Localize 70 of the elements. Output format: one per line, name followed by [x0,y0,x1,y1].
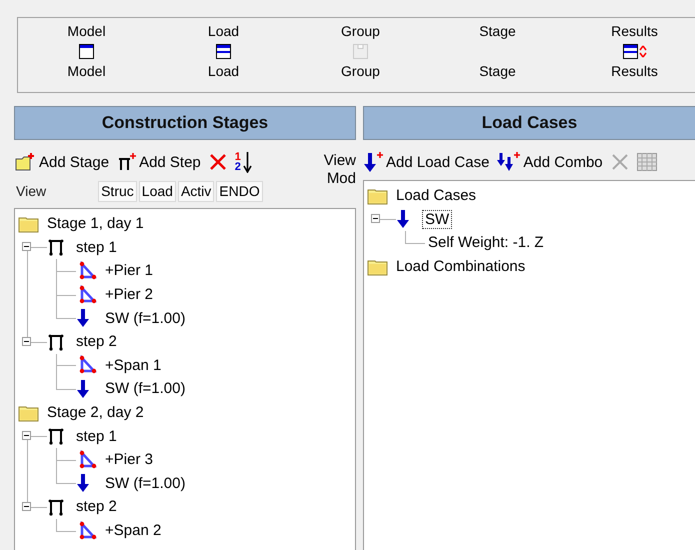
delete-icon [208,153,227,171]
tree-item[interactable]: step 1 [73,238,120,257]
tree-item[interactable]: Stage 1, day 1 [44,214,147,234]
tree-item[interactable]: Stage 2, day 2 [44,403,147,422]
frame-plus-icon [117,152,138,172]
tree-item[interactable]: SW (f=1.00) [102,379,188,398]
toolbar-label: Stage [479,62,516,80]
collapse-toggle[interactable] [371,214,380,224]
collapse-toggle[interactable] [22,502,31,511]
toolbar-label: Stage [479,22,516,40]
toolbar-label: Load [208,62,240,80]
tree-item[interactable]: Self Weight: -1. Z [425,233,547,252]
tree-item[interactable]: +Span 2 [102,521,164,540]
folder-icon [367,186,389,205]
view-tab[interactable]: Struc [98,180,137,202]
down-arrow-icon [76,308,90,328]
tree-item[interactable]: Load Combinations [393,257,528,276]
add-load-case-button[interactable]: Add Load Case [363,149,490,175]
folder-plus-icon [15,152,37,172]
tree-item[interactable]: step 2 [73,332,120,352]
group-icon [352,44,368,58]
table-icon [636,153,657,171]
toolbar-label: Load [208,22,240,40]
add-stage-button[interactable]: Add Stage [14,149,110,175]
toolbar-label: Model [67,62,106,80]
folder-icon [18,404,40,422]
tree-item[interactable]: step 1 [73,426,120,446]
collapse-toggle[interactable] [22,242,31,252]
view-tab[interactable]: Load [138,180,176,202]
down-arrow-icon [242,151,252,173]
down-arrow-icon [396,209,410,230]
frame-icon [47,238,65,256]
tree-item[interactable]: Load Cases [393,186,480,206]
toolbar-label: Model [67,22,106,40]
frame-icon [47,498,65,516]
view-label: View [15,183,46,199]
panel-icon [216,44,230,58]
folder-icon [18,214,40,233]
results-icon [622,44,646,58]
collapse-toggle[interactable] [22,431,31,440]
frame-icon [47,332,65,351]
tree-item[interactable]: +Pier 1 [102,261,156,280]
tree-item[interactable]: SW [422,210,452,229]
down-arrow-icon [76,473,90,494]
toolbar-label: Results [611,22,658,40]
toolbar-label: Results [611,62,658,80]
window-icon [78,44,94,58]
add-step-button[interactable]: Add Step [116,149,202,175]
toolbar-label: Group [341,22,380,40]
panel-header: Load Cases [363,106,695,140]
collapse-toggle[interactable] [22,336,31,346]
view-tab[interactable]: ENDO [216,180,263,202]
sort-button[interactable]: 1 2 [234,149,253,175]
tree-item[interactable]: SW (f=1.00) [102,308,188,328]
tree-item[interactable]: step 2 [73,497,120,516]
tree-item[interactable]: +Pier 3 [102,450,156,470]
delete-icon [610,153,629,171]
frame-icon [47,427,65,446]
view-tab[interactable]: Activ [178,180,214,202]
arrow-plus-icon [364,151,384,173]
add-combo-button[interactable]: Add Combo [496,149,604,175]
folder-icon [367,258,389,276]
toolbar-label: Group [341,62,380,80]
tree-item[interactable]: +Span 1 [102,356,164,375]
tree-item[interactable]: SW (f=1.00) [102,474,188,493]
panel-header: Construction Stages [14,106,356,140]
tree-item[interactable]: +Pier 2 [102,285,156,304]
arrows-plus-icon [497,151,522,173]
down-arrow-icon [76,378,90,399]
view-mode-label: View Mod [322,152,356,188]
